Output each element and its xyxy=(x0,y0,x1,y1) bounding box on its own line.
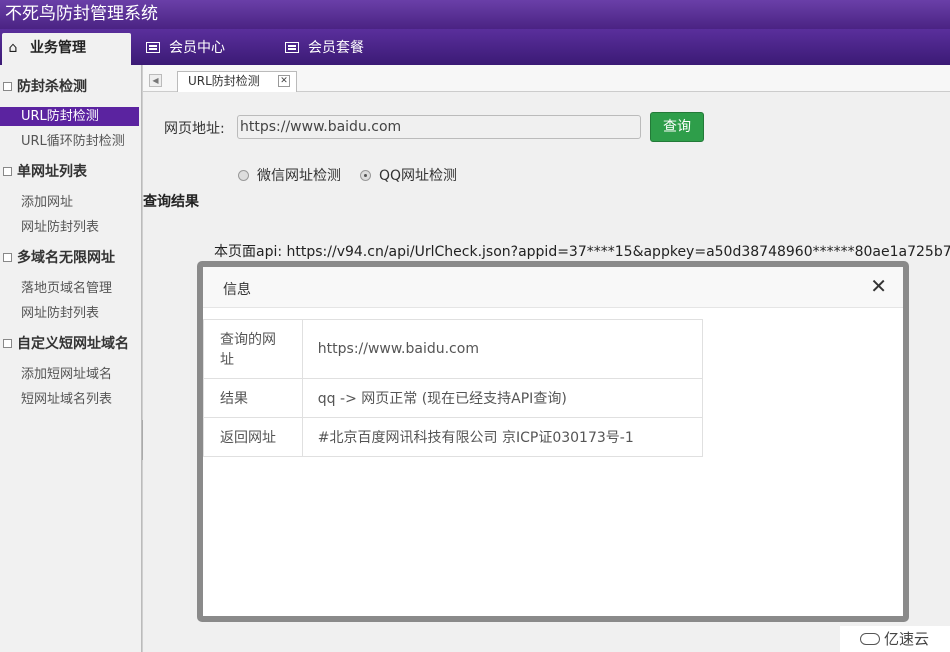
collapse-square-icon xyxy=(3,339,12,348)
table-row: 查询的网址 https://www.baidu.com xyxy=(203,319,704,379)
radio-wechat-check[interactable]: 微信网址检测 xyxy=(238,165,341,185)
radio-label: QQ网址检测 xyxy=(379,168,458,184)
row-value: https://www.baidu.com xyxy=(301,319,704,379)
tab-member-center[interactable]: 会员中心 xyxy=(146,33,225,65)
url-label: 网页地址: xyxy=(164,121,225,137)
row-key: 结果 xyxy=(203,378,303,418)
url-input[interactable] xyxy=(237,115,641,139)
group-label: 自定义短网址域名 xyxy=(17,336,129,352)
list-icon xyxy=(285,42,299,53)
dialog-title: 信息 xyxy=(223,282,251,298)
sidebar-group-anti-ban-check[interactable]: 防封杀检测 xyxy=(0,76,140,98)
dialog-header: 信息 ✕ xyxy=(203,267,903,308)
radio-qq-check[interactable]: QQ网址检测 xyxy=(360,165,457,185)
home-icon: ⌂ xyxy=(8,40,18,56)
app-title: 不死鸟防封管理系统 xyxy=(0,0,950,29)
collapse-square-icon xyxy=(3,82,12,91)
sidebar-item-url-list-2[interactable]: 网址防封列表 xyxy=(0,304,139,323)
tab-business-management[interactable]: ⌂ 业务管理 xyxy=(2,33,131,65)
table-row: 结果 qq -> 网页正常 (现在已经支持API查询) xyxy=(203,378,704,418)
scroll-left-icon[interactable]: ◀ xyxy=(149,74,162,87)
sidebar-group-multi-domain[interactable]: 多域名无限网址 xyxy=(0,247,140,269)
sidebar-item-landing-domain[interactable]: 落地页域名管理 xyxy=(0,279,139,298)
sidebar-group-custom-short-domain[interactable]: 自定义短网址域名 xyxy=(0,333,140,355)
group-label: 防封杀检测 xyxy=(17,79,87,95)
row-value: qq -> 网页正常 (现在已经支持API查询) xyxy=(301,378,704,418)
sidebar-item-short-domain-list[interactable]: 短网址域名列表 xyxy=(0,390,139,409)
sidebar-item-url-check[interactable]: URL防封检测 xyxy=(0,107,139,126)
row-value: #北京百度网讯科技有限公司 京ICP证030173号-1 xyxy=(301,417,704,457)
row-key: 查询的网址 xyxy=(203,319,303,379)
page-tab-strip: ◀ URL防封检测 ✕ xyxy=(143,65,950,92)
sidebar-item-url-list[interactable]: 网址防封列表 xyxy=(0,218,139,237)
page-tab-url-check[interactable]: URL防封检测 ✕ xyxy=(177,71,297,92)
table-row: 返回网址 #北京百度网讯科技有限公司 京ICP证030173号-1 xyxy=(203,417,704,457)
radio-label: 微信网址检测 xyxy=(257,168,341,184)
collapse-square-icon xyxy=(3,253,12,262)
sidebar-item-add-short-domain[interactable]: 添加短网址域名 xyxy=(0,365,139,384)
collapse-square-icon xyxy=(3,167,12,176)
sidebar-item-url-loop-check[interactable]: URL循环防封检测 xyxy=(0,132,139,151)
list-icon xyxy=(146,42,160,53)
tab-label: 会员中心 xyxy=(169,40,225,56)
watermark-text: 亿速云 xyxy=(884,630,930,648)
tab-label: 业务管理 xyxy=(30,40,86,56)
tab-member-packages[interactable]: 会员套餐 xyxy=(285,33,364,65)
tab-label: 会员套餐 xyxy=(308,40,364,56)
close-icon[interactable]: ✕ xyxy=(870,275,887,297)
api-url-text: 本页面api: https://v94.cn/api/UrlCheck.json… xyxy=(214,244,950,260)
row-key: 返回网址 xyxy=(203,417,303,457)
group-label: 多域名无限网址 xyxy=(17,250,115,266)
query-button[interactable]: 查询 xyxy=(650,112,704,142)
result-title: 查询结果 xyxy=(143,194,199,210)
close-tab-icon[interactable]: ✕ xyxy=(278,75,290,87)
sidebar-item-add-url[interactable]: 添加网址 xyxy=(0,193,139,212)
radio-selected-icon xyxy=(360,170,371,181)
group-label: 单网址列表 xyxy=(17,164,87,180)
result-table: 查询的网址 https://www.baidu.com 结果 qq -> 网页正… xyxy=(203,319,704,457)
page-tab-label: URL防封检测 xyxy=(188,74,260,88)
sidebar: 防封杀检测 URL防封检测 URL循环防封检测 单网址列表 添加网址 网址防封列… xyxy=(0,65,142,652)
sidebar-group-single-url-list[interactable]: 单网址列表 xyxy=(0,161,140,183)
watermark-logo: 亿速云 xyxy=(840,626,950,652)
cloud-logo-icon xyxy=(860,633,880,645)
radio-icon xyxy=(238,170,249,181)
info-dialog: 信息 ✕ 查询的网址 https://www.baidu.com 结果 qq -… xyxy=(203,267,903,616)
info-dialog-frame: 信息 ✕ 查询的网址 https://www.baidu.com 结果 qq -… xyxy=(197,261,909,622)
top-navigation: ⌂ 业务管理 会员中心 会员套餐 xyxy=(0,29,950,65)
